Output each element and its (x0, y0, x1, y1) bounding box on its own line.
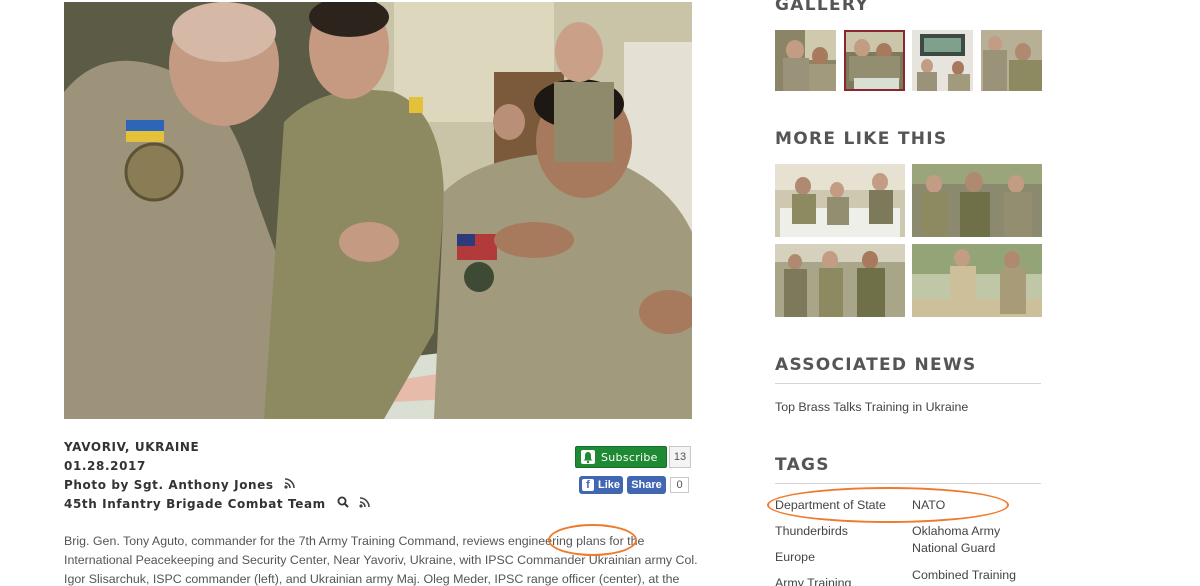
tag-link[interactable]: Combined Training (912, 567, 1016, 584)
divider (775, 483, 1041, 484)
date: 01.28.2017 (64, 459, 146, 473)
related-thumb[interactable] (775, 164, 905, 237)
more-like-this-heading: MORE LIKE THIS (775, 129, 948, 149)
facebook-like-button[interactable]: f Like (579, 476, 623, 494)
caption-line: International Peacekeeping and Security … (64, 553, 698, 567)
caption-line: Brig. Gen. Tony Aguto, commander for the… (64, 534, 645, 548)
like-label: Like (598, 479, 621, 491)
bell-icon (581, 450, 595, 464)
related-thumb[interactable] (912, 164, 1042, 237)
gallery-thumb[interactable] (775, 30, 836, 91)
related-thumb[interactable] (775, 244, 905, 317)
search-icon[interactable] (337, 495, 349, 514)
rss-icon[interactable] (284, 476, 296, 495)
location: YAVORIV, UKRAINE (64, 440, 200, 454)
facebook-icon: f (582, 479, 594, 491)
caption-line: Igor Slisarchuk, ISPC commander (left), … (64, 572, 680, 586)
related-thumb[interactable] (912, 244, 1042, 317)
subscribe-count: 13 (669, 446, 691, 468)
photo-caption: Brig. Gen. Tony Aguto, commander for the… (64, 532, 704, 586)
facebook-share-button[interactable]: Share (627, 476, 666, 494)
gallery-thumb[interactable] (981, 30, 1042, 91)
subscribe-label: Subscribe (601, 450, 658, 464)
gallery-thumb-active[interactable] (844, 30, 905, 91)
tag-link[interactable]: Department of State (775, 497, 886, 514)
tags-heading: TAGS (775, 455, 830, 475)
tag-link[interactable]: NATO (912, 497, 945, 514)
associated-news-heading: ASSOCIATED NEWS (775, 355, 977, 375)
unit-line: 45th Infantry Brigade Combat Team (64, 495, 484, 514)
photographer-link[interactable]: Photo by Sgt. Anthony Jones (64, 478, 274, 492)
unit-link[interactable]: 45th Infantry Brigade Combat Team (64, 497, 326, 511)
rss-icon[interactable] (359, 495, 371, 514)
photo-meta: YAVORIV, UKRAINE 01.28.2017 Photo by Sgt… (64, 438, 484, 514)
tag-link[interactable]: Europe (775, 549, 815, 566)
photo-credit: Photo by Sgt. Anthony Jones (64, 476, 484, 495)
tag-link[interactable]: Army Training (775, 575, 851, 586)
main-photo (64, 2, 692, 419)
tag-link[interactable]: Thunderbirds (775, 523, 848, 540)
subscribe-button[interactable]: Subscribe (575, 446, 667, 468)
divider (775, 383, 1041, 384)
gallery-heading: GALLERY (775, 0, 869, 15)
like-count: 0 (670, 477, 689, 493)
share-label: Share (631, 479, 662, 491)
gallery-thumb[interactable] (912, 30, 973, 91)
tag-link[interactable]: Oklahoma Army National Guard (912, 523, 1022, 557)
news-link[interactable]: Top Brass Talks Training in Ukraine (775, 400, 968, 414)
